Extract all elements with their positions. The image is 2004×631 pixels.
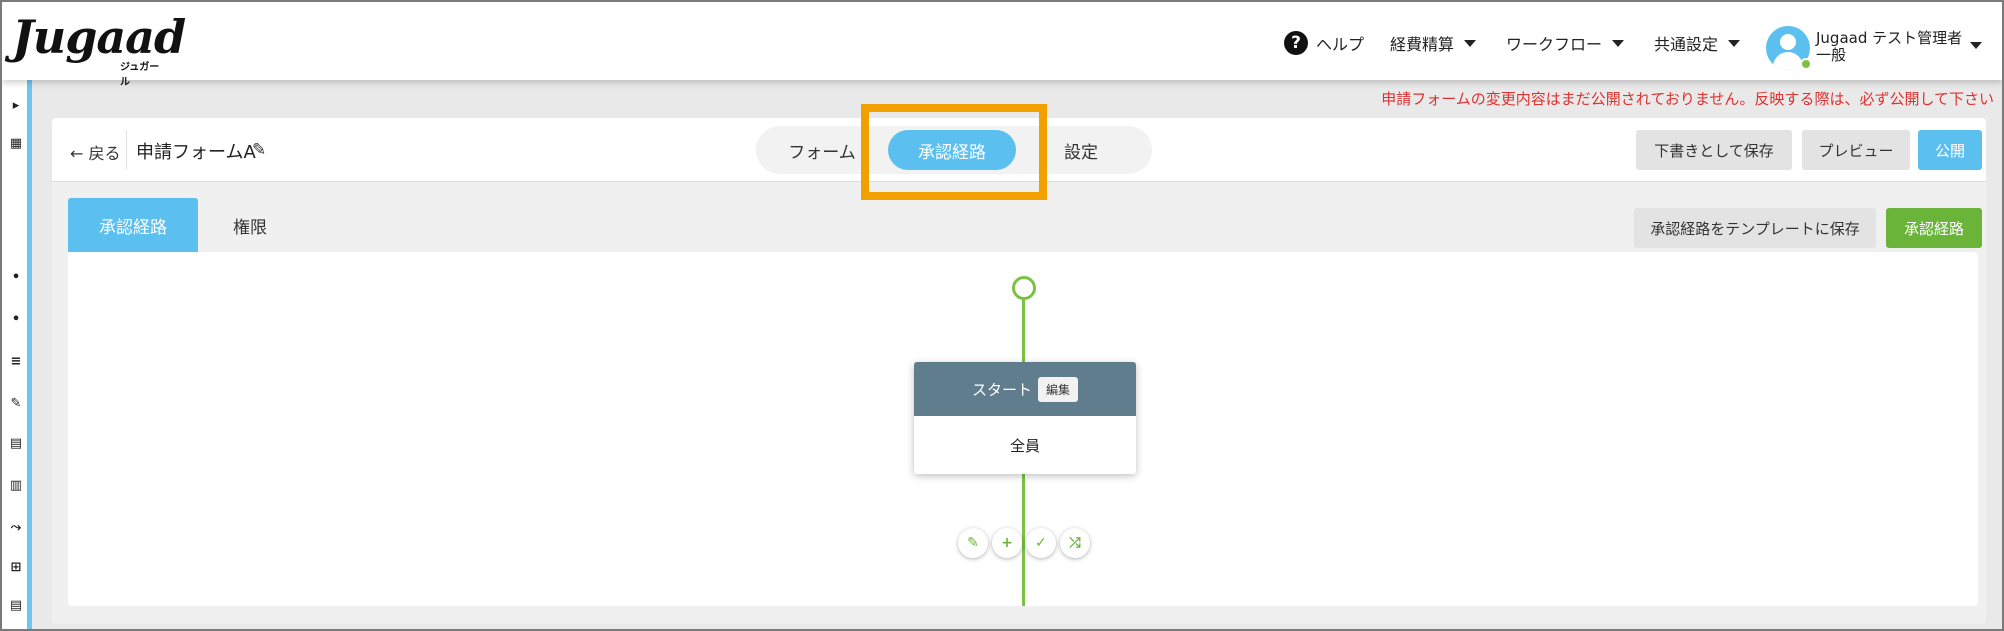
- logo-subtext: ジュガール: [120, 62, 160, 88]
- menu-workflow-label: ワークフロー: [1506, 35, 1603, 54]
- document-icon[interactable]: ▤: [9, 436, 23, 452]
- help-icon: ?: [1284, 31, 1308, 55]
- user-role: 一般: [1816, 46, 1847, 64]
- user-icon: [1780, 34, 1796, 50]
- app-logo[interactable]: Jugaad ジュガール: [8, 10, 186, 88]
- expand-icon[interactable]: ▸: [9, 98, 23, 114]
- menu-common-settings[interactable]: 共通設定: [1654, 28, 1741, 58]
- user-icon[interactable]: •: [9, 312, 23, 328]
- user-name: Jugaad テスト管理者: [1816, 29, 1963, 47]
- start-node-body: 全員: [1009, 436, 1040, 455]
- preview-button[interactable]: プレビュー: [1802, 130, 1910, 170]
- user-icon-body: [1773, 52, 1803, 70]
- start-node: スタート 編集 全員: [914, 362, 1136, 474]
- chevron-down-icon: [1728, 39, 1741, 47]
- form-title: 申請フォームA: [136, 142, 256, 163]
- edit-node-button[interactable]: 編集: [1038, 376, 1079, 402]
- tab-form[interactable]: フォーム: [770, 130, 874, 170]
- save-route-template-button[interactable]: 承認経路をテンプレートに保存: [1634, 208, 1876, 248]
- shuffle-icon[interactable]: ⤮: [1060, 528, 1090, 558]
- approval-route-button[interactable]: 承認経路: [1886, 208, 1982, 248]
- help-menu[interactable]: ? ヘルプ: [1284, 28, 1364, 58]
- edit-icon[interactable]: ✎: [9, 396, 23, 412]
- form-icon[interactable]: ▤: [9, 598, 23, 614]
- menu-workflow[interactable]: ワークフロー: [1506, 28, 1625, 58]
- user-menu[interactable]: Jugaad テスト管理者 一般: [1816, 30, 1962, 64]
- publish-button[interactable]: 公開: [1918, 130, 1982, 170]
- route-canvas: スタート 編集 全員 ✎ + ✓ ⤮: [68, 252, 1978, 606]
- start-node-title: スタート: [971, 380, 1032, 399]
- building-icon[interactable]: ▦: [9, 136, 23, 152]
- report-icon[interactable]: ▥: [9, 478, 23, 494]
- menu-expense-label: 経費精算: [1390, 35, 1455, 54]
- help-label: ヘルプ: [1316, 35, 1365, 54]
- list-icon[interactable]: ≡: [9, 354, 23, 370]
- pencil-icon[interactable]: ✎: [252, 140, 266, 160]
- pencil-icon[interactable]: ✎: [958, 528, 988, 558]
- unpublished-notice: 申請フォームの変更内容はまだ公開されておりません。反映する際は、必ず公開して下さ…: [1381, 90, 1994, 108]
- online-status-dot: [1800, 58, 1812, 70]
- chevron-down-icon[interactable]: [1970, 42, 1982, 49]
- menu-expense[interactable]: 経費精算: [1390, 28, 1477, 58]
- app-window: Jugaad ジュガール ? ヘルプ 経費精算 ワークフロー 共通設定 Juga…: [0, 0, 2004, 631]
- table-icon[interactable]: ⊞: [9, 560, 23, 576]
- save-draft-button[interactable]: 下書きとして保存: [1636, 130, 1792, 170]
- flow-connector: [1022, 474, 1025, 606]
- top-header: Jugaad ジュガール ? ヘルプ 経費精算 ワークフロー 共通設定 Juga…: [2, 2, 2002, 88]
- user-icon[interactable]: •: [9, 270, 23, 286]
- menu-common-settings-label: 共通設定: [1654, 35, 1719, 54]
- start-node-header: スタート 編集: [914, 362, 1136, 416]
- back-button[interactable]: ← 戻る: [70, 140, 121, 164]
- sidebar-rail: ▸ ▦ • • ≡ ✎ ▤ ▥ ⤳ ⊞ ▤: [2, 80, 32, 629]
- flow-connector: [1022, 300, 1025, 362]
- add-user-icon[interactable]: +: [992, 528, 1022, 558]
- highlight-box: [861, 104, 1047, 200]
- subtab-permissions[interactable]: 権限: [198, 198, 302, 252]
- route-icon[interactable]: ⤳: [9, 520, 23, 536]
- check-icon[interactable]: ✓: [1026, 528, 1056, 558]
- subtab-approval-route[interactable]: 承認経路: [68, 198, 198, 252]
- divider: [126, 130, 127, 170]
- chevron-down-icon: [1464, 39, 1477, 47]
- chevron-down-icon: [1612, 39, 1625, 47]
- start-circle-icon: [1012, 276, 1036, 300]
- logo-text: Jugaad: [12, 10, 186, 64]
